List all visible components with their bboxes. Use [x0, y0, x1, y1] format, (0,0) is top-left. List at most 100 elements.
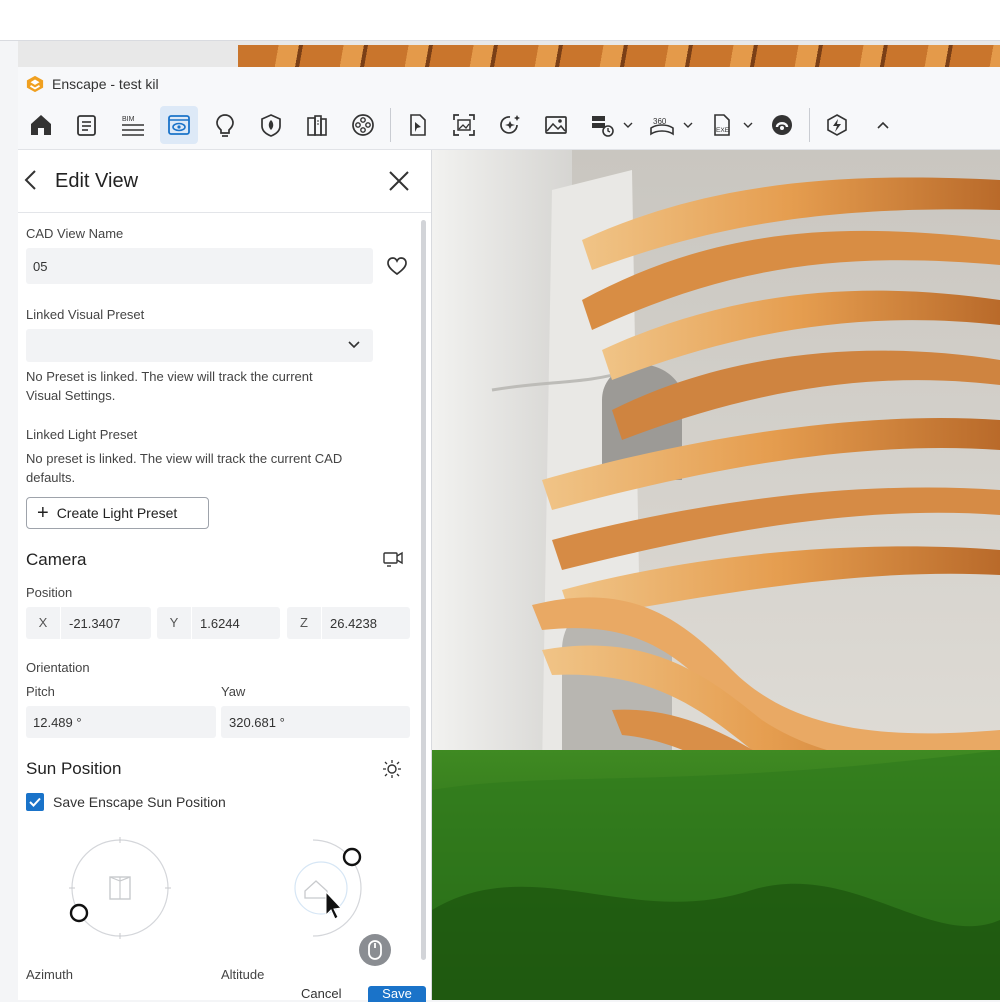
- yaw-input[interactable]: 320.681 °: [221, 706, 410, 738]
- z-value: 26.4238: [330, 615, 377, 631]
- pitch-input[interactable]: 12.489 °: [26, 706, 216, 738]
- video-button[interactable]: [344, 106, 382, 144]
- chevron-up-icon: [877, 121, 889, 129]
- x-value: -21.3407: [69, 615, 121, 631]
- mouse-indicator-icon: [359, 934, 391, 966]
- sun-sync-icon[interactable]: [380, 757, 404, 779]
- save-sun-position-checkbox[interactable]: [26, 793, 44, 811]
- assets-button[interactable]: [252, 106, 290, 144]
- pitch-value: 12.489 °: [33, 714, 82, 730]
- position-label: Position: [26, 585, 73, 600]
- y-value: 1.6244: [200, 615, 240, 631]
- azimuth-dial[interactable]: [63, 835, 183, 955]
- light-button[interactable]: [206, 106, 244, 144]
- yaw-value: 320.681 °: [229, 714, 285, 730]
- visual-preset-note-line2: Visual Settings.: [26, 388, 116, 403]
- sync-button[interactable]: [818, 106, 856, 144]
- notes-button[interactable]: [68, 106, 106, 144]
- save-sun-position-label: Save Enscape Sun Position: [53, 794, 226, 810]
- panorama-icon: 360: [650, 117, 674, 136]
- chevron-down-icon: [743, 122, 753, 128]
- export-exe-button[interactable]: EXE: [703, 106, 741, 144]
- render-viewport[interactable]: [432, 150, 1000, 1000]
- library-icon: [307, 115, 327, 136]
- light-preset-note-line1: No preset is linked. The view will track…: [26, 451, 343, 466]
- export-exe-icon: EXE: [714, 114, 730, 136]
- window-titlebar: Enscape - test kil: [18, 67, 1000, 101]
- bim-label: BIM: [122, 116, 135, 123]
- visual-preset-note-line1: No Preset is linked. The view will track…: [26, 369, 313, 384]
- sparkle-render-icon: [500, 115, 520, 134]
- views-button[interactable]: [160, 106, 198, 144]
- chevron-down-icon: [623, 122, 633, 128]
- library-button[interactable]: [298, 106, 336, 144]
- screenshot-icon: [453, 114, 475, 136]
- heart-favorite-icon[interactable]: [386, 256, 408, 276]
- light-bulb-icon: [216, 114, 234, 137]
- linked-visual-preset-label: Linked Visual Preset: [26, 307, 145, 322]
- image-icon: [545, 116, 567, 134]
- window-title: Enscape - test kil: [52, 76, 159, 92]
- altitude-dial[interactable]: [288, 835, 388, 945]
- x-axis-label: X: [26, 607, 61, 639]
- close-icon[interactable]: [386, 168, 412, 194]
- linked-visual-preset-select[interactable]: [26, 329, 373, 362]
- chevron-down-icon: [348, 341, 360, 349]
- asset-shield-icon: [261, 114, 281, 137]
- path-edit-button[interactable]: [399, 106, 437, 144]
- linked-light-preset-label: Linked Light Preset: [26, 427, 138, 442]
- panel-scrollbar[interactable]: [421, 220, 426, 960]
- position-z-field[interactable]: Z 26.4238: [287, 607, 410, 639]
- bim-icon: BIM: [122, 116, 144, 136]
- light-preset-note: No preset is linked. The view will track…: [26, 449, 342, 487]
- batch-render-icon: [592, 116, 614, 137]
- create-light-preset-button[interactable]: + Create Light Preset: [26, 497, 209, 529]
- visual-preset-note: No Preset is linked. The view will track…: [26, 367, 313, 405]
- home-icon: [31, 115, 51, 135]
- live-update-icon: [772, 115, 792, 135]
- video-reel-icon: [352, 114, 374, 136]
- toolbar-divider: [390, 108, 391, 142]
- orientation-label: Orientation: [26, 660, 90, 675]
- background-viewport-strip: [18, 41, 1000, 67]
- main-toolbar: BIM 360 EXE: [18, 101, 1000, 150]
- panel-title: Edit View: [55, 170, 139, 192]
- cancel-button[interactable]: Cancel: [301, 986, 341, 1001]
- panorama-dropdown[interactable]: [681, 106, 695, 144]
- architectural-render-image: [432, 150, 1000, 1000]
- position-y-field[interactable]: Y 1.6244: [157, 607, 280, 639]
- live-update-button[interactable]: [763, 106, 801, 144]
- plus-icon: +: [37, 502, 49, 524]
- panel-footer: Cancel Save: [18, 980, 431, 1002]
- yaw-label: Yaw: [221, 684, 246, 699]
- collapse-toolbar-button[interactable]: [864, 106, 902, 144]
- camera-heading: Camera: [26, 550, 87, 569]
- batch-render-dropdown[interactable]: [621, 106, 635, 144]
- path-edit-icon: [410, 114, 426, 136]
- z-axis-label: Z: [287, 607, 322, 639]
- panorama-button[interactable]: 360: [643, 106, 681, 144]
- back-arrow-icon[interactable]: [20, 168, 44, 192]
- sun-position-heading: Sun Position: [26, 759, 122, 778]
- cad-view-name-label: CAD View Name: [26, 226, 124, 241]
- bim-button[interactable]: BIM: [114, 106, 152, 144]
- batch-render-button[interactable]: [583, 106, 621, 144]
- chevron-down-icon: [683, 122, 693, 128]
- sync-icon: [827, 114, 847, 136]
- position-x-field[interactable]: X -21.3407: [26, 607, 151, 639]
- camera-sync-icon[interactable]: [382, 549, 404, 569]
- render-button[interactable]: [491, 106, 529, 144]
- create-light-preset-label: Create Light Preset: [56, 505, 178, 521]
- light-preset-note-line2: defaults.: [26, 470, 76, 485]
- enscape-logo-icon: [26, 75, 44, 93]
- cad-view-name-value: 05: [33, 258, 48, 274]
- screenshot-button[interactable]: [445, 106, 483, 144]
- home-button[interactable]: [22, 106, 60, 144]
- checkmark-icon: [29, 797, 41, 807]
- views-icon: [168, 115, 190, 135]
- notes-icon: [77, 115, 96, 136]
- image-button[interactable]: [537, 106, 575, 144]
- export-dropdown[interactable]: [741, 106, 755, 144]
- cad-view-name-input[interactable]: 05: [26, 248, 373, 284]
- host-app-topbar: [0, 0, 1000, 41]
